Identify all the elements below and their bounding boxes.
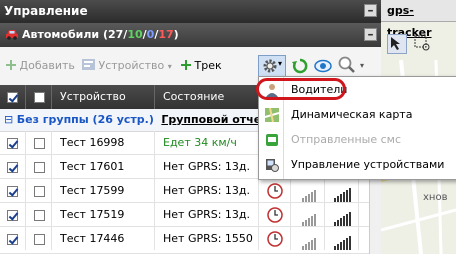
row-checkbox[interactable]: [7, 209, 18, 221]
plus-icon: [181, 60, 191, 70]
track-button-label: Трек: [194, 59, 222, 72]
column-device[interactable]: Устройство: [52, 85, 155, 109]
menu-item-sent-sms-label: Отправленные смс: [291, 133, 401, 146]
add-button[interactable]: Добавить: [6, 59, 75, 72]
fleet-header[interactable]: Автомобили (27/10/0/17) –: [0, 23, 381, 47]
row-secondary-checkbox[interactable]: [34, 137, 45, 149]
fleet-count-total: 27: [107, 28, 124, 41]
fleet-minimize-button[interactable]: –: [364, 28, 377, 41]
settings-menu-button[interactable]: ▾: [258, 55, 286, 77]
chevron-down-icon[interactable]: ▾: [360, 61, 364, 70]
row-secondary-checkbox[interactable]: [34, 161, 45, 173]
fleet-count-online: 10: [127, 28, 143, 41]
gear-icon: [263, 59, 277, 73]
eye-icon[interactable]: [314, 59, 332, 73]
search-icon[interactable]: [338, 56, 356, 74]
signal-icon: [302, 179, 317, 202]
car-icon: [6, 30, 18, 40]
select-all-checkbox[interactable]: [7, 91, 18, 103]
sms-icon: [266, 134, 278, 146]
map-tab[interactable]: gps-tracker: [381, 0, 456, 39]
panel-header: Управление –: [0, 0, 381, 23]
cursor-icon: [391, 37, 400, 50]
group-report-link[interactable]: Групповой отчет: [161, 113, 267, 126]
device-state: Нет GPRS: 13д.: [155, 179, 259, 202]
menu-item-dynamic-map-label: Динамическая карта: [291, 108, 413, 121]
row-secondary-checkbox[interactable]: [34, 233, 45, 245]
chevron-down-icon: ▾: [278, 59, 283, 68]
gps-signal-icon: [334, 203, 352, 226]
signal-icon: [302, 203, 317, 226]
menu-item-sent-sms[interactable]: Отправленные смс: [259, 129, 455, 151]
clock-icon: [267, 207, 283, 223]
device-management-icon: [266, 159, 279, 172]
fleet-label: Автомобили: [22, 28, 100, 41]
gps-signal-icon: [334, 227, 352, 250]
device-state: Нет GPRS: 13д.: [155, 155, 259, 178]
minus-icon[interactable]: ⊟: [0, 113, 13, 126]
chevron-down-icon: ▾: [167, 62, 172, 71]
menu-item-device-management[interactable]: Управление устройствами: [259, 154, 455, 176]
refresh-icon[interactable]: [292, 58, 308, 74]
panel-title: Управление: [4, 4, 88, 18]
row-checkbox[interactable]: [7, 161, 18, 173]
plus-icon: [6, 60, 16, 70]
device-name[interactable]: Тест 17599: [52, 179, 155, 202]
select-tool-button[interactable]: [387, 34, 407, 54]
device-name[interactable]: Тест 16998: [52, 131, 155, 154]
device-name[interactable]: Тест 17601: [52, 155, 155, 178]
clock-icon: [267, 231, 283, 247]
device-name[interactable]: Тест 17519: [52, 203, 155, 226]
clock-icon: [267, 183, 283, 199]
device-name[interactable]: Тест 17446: [52, 227, 155, 250]
second-checkbox-header[interactable]: [26, 85, 52, 109]
device-state: Едет 34 км/ч: [155, 131, 259, 154]
table-row[interactable]: Тест 17599 Нет GPRS: 13д.: [0, 179, 381, 203]
device-state: Нет GPRS: 13д.: [155, 203, 259, 226]
menu-item-dynamic-map[interactable]: Динамическая карта: [259, 104, 455, 126]
group-name[interactable]: Без группы (26 устр.): [17, 113, 154, 126]
row-checkbox[interactable]: [7, 233, 18, 245]
table-row[interactable]: Тест 17519 Нет GPRS: 13д.: [0, 203, 381, 227]
map-place-label: хнов: [423, 192, 448, 203]
menu-item-device-management-label: Управление устройствами: [291, 158, 445, 171]
device-button[interactable]: Устройство ▾: [82, 59, 172, 72]
track-button[interactable]: Трек: [181, 59, 222, 72]
header-checkbox[interactable]: [34, 91, 45, 103]
zoom-box-button[interactable]: [413, 34, 433, 54]
zoom-box-icon: [414, 35, 430, 51]
row-checkbox[interactable]: [7, 185, 18, 197]
column-state[interactable]: Состояние: [155, 85, 259, 109]
row-secondary-checkbox[interactable]: [34, 185, 45, 197]
map-icon: [265, 108, 279, 122]
select-all-header[interactable]: [0, 85, 26, 109]
row-checkbox[interactable]: [7, 137, 18, 149]
device-state: Нет GPRS: 1550: [155, 227, 259, 250]
gps-signal-icon: [334, 179, 352, 202]
panel-minimize-button[interactable]: –: [364, 4, 377, 17]
device-icon: [82, 59, 95, 70]
table-row[interactable]: Тест 17446 Нет GPRS: 1550: [0, 227, 381, 254]
fleet-count-offline: 17: [158, 28, 174, 41]
add-button-label: Добавить: [19, 59, 75, 72]
highlight-ring: [256, 78, 346, 100]
row-secondary-checkbox[interactable]: [34, 209, 45, 221]
signal-icon: [302, 227, 317, 250]
device-button-label: Устройство: [98, 59, 165, 72]
